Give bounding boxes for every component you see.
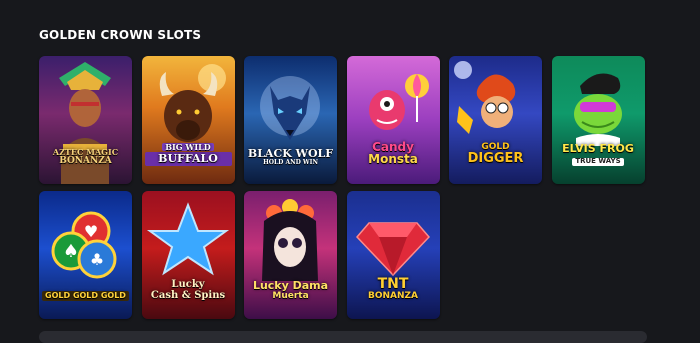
game-title: GOLD GOLD GOLD [39, 290, 132, 301]
game-title: ELVIS FROG TRUE WAYS [562, 141, 634, 166]
svg-text:♣: ♣ [90, 250, 104, 269]
svg-text:♠: ♠ [63, 241, 79, 262]
game-title: Lucky Cash & Spins [150, 279, 226, 301]
game-title: TNT BONANZA [367, 275, 419, 301]
game-tile-candy-monsta[interactable]: Candy Monsta [346, 56, 440, 184]
game-tile-black-wolf[interactable]: BLACK WOLF HOLD AND WIN [244, 56, 337, 184]
game-tile-big-wild-buffalo[interactable]: BIG WILD BUFFALO [141, 56, 235, 184]
games-grid: AZTEC MAGIC BONANZA BIG WILD BUFFALO BLA… [39, 56, 645, 319]
game-tile-tnt-bonanza[interactable]: TNT BONANZA [346, 191, 440, 319]
game-tile-elvis-frog[interactable]: ELVIS FROG TRUE WAYS [551, 56, 645, 184]
game-tile-aztec-magic-bonanza[interactable]: AZTEC MAGIC BONANZA [39, 56, 132, 184]
game-title: Candy Monsta [368, 139, 418, 167]
game-title: BLACK WOLF HOLD AND WIN [247, 147, 334, 166]
game-tile-lucky-dama-muerta[interactable]: Lucky Dama Muerta [244, 191, 337, 319]
game-tile-lucky-cash-spins[interactable]: Lucky Cash & Spins [141, 191, 235, 319]
game-title: Lucky Dama Muerta [252, 279, 329, 301]
game-title: BIG WILD BUFFALO [142, 141, 235, 166]
game-tile-gold-digger[interactable]: GOLD DIGGER [449, 56, 542, 184]
svg-text:♥: ♥ [84, 222, 98, 241]
game-title: GOLD DIGGER [467, 141, 524, 167]
section-title: GOLDEN CROWN SLOTS [39, 28, 202, 42]
game-tile-gold-gold-gold[interactable]: ♠ ♥ ♣ GOLD GOLD GOLD [39, 191, 132, 319]
next-section-bar [39, 331, 647, 343]
game-title: AZTEC MAGIC BONANZA [52, 147, 119, 166]
